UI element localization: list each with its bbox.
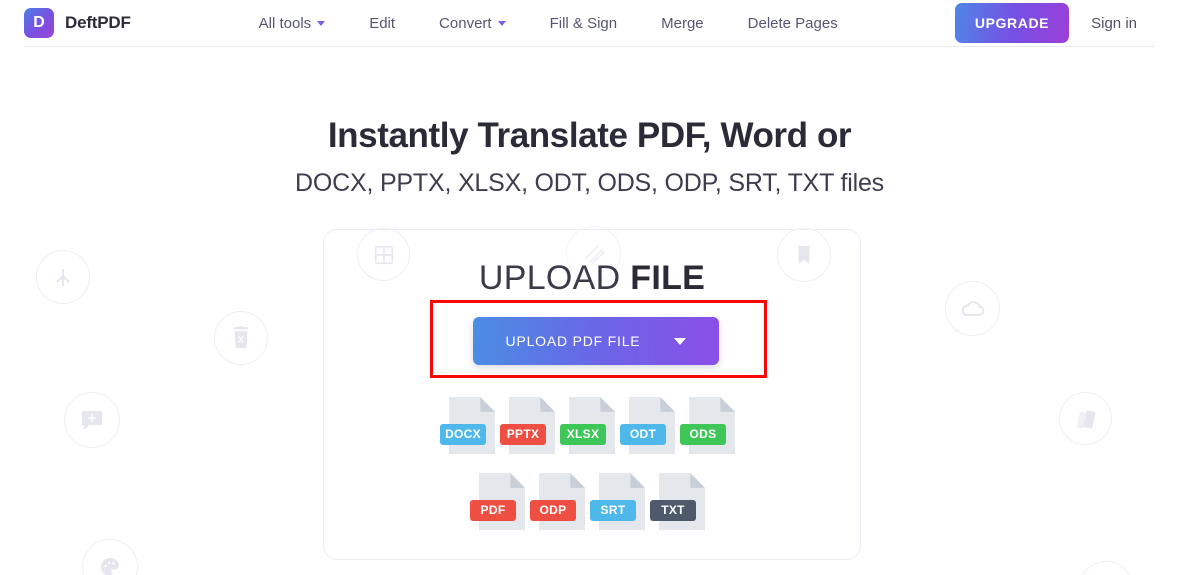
nav-label: Merge — [661, 14, 704, 32]
merge-icon — [36, 250, 90, 304]
cloud-icon — [945, 281, 1000, 336]
caret-down-icon[interactable] — [674, 337, 687, 345]
page-subtitle: DOCX, PPTX, XLSX, ODT, ODS, ODP, SRT, TX… — [295, 169, 884, 198]
file-type-pptx: PPTX — [500, 397, 555, 454]
file-type-label: ODT — [620, 424, 666, 445]
add-comment-icon — [64, 392, 120, 448]
nav-label: All tools — [258, 14, 312, 32]
header-actions: UPGRADE Sign in — [954, 3, 1155, 43]
file-fold-icon — [570, 473, 585, 488]
supported-file-types: DOCX PPTX XLSX ODT ODS PDF ODP SRT TXT — [324, 397, 860, 530]
sign-in-link[interactable]: Sign in — [1069, 15, 1155, 32]
upload-title-light: UPLOAD — [478, 259, 631, 297]
nav-item-all-tools[interactable]: All tools — [237, 15, 348, 32]
chevron-down-icon — [497, 20, 506, 26]
nav-item-fill-and-sign[interactable]: Fill & Sign — [528, 15, 640, 32]
logo-icon: D — [24, 8, 54, 38]
file-type-label: DOCX — [440, 424, 486, 445]
nav-item-delete-pages[interactable]: Delete Pages — [726, 15, 860, 32]
main-nav: All tools Edit Convert Fill & Sign Merge… — [237, 15, 860, 32]
brand-logo[interactable]: D DeftPDF — [24, 8, 131, 38]
hero-section: Instantly Translate PDF, Word or DOCX, P… — [0, 46, 1179, 198]
upgrade-button[interactable]: UPGRADE — [954, 3, 1070, 43]
file-type-ods: ODS — [680, 397, 735, 454]
file-fold-icon — [690, 473, 705, 488]
file-type-txt: TXT — [650, 473, 705, 530]
nav-label: Edit — [369, 14, 396, 32]
file-fold-icon — [630, 473, 645, 488]
circle-decor-icon — [1079, 561, 1133, 575]
file-type-label: ODS — [680, 424, 726, 445]
file-fold-icon — [480, 397, 495, 412]
delete-page-icon — [214, 311, 268, 365]
file-type-label: PPTX — [500, 424, 546, 445]
upload-title-bold: FILE — [630, 259, 706, 297]
file-type-xlsx: XLSX — [560, 397, 615, 454]
file-type-docx: DOCX — [440, 397, 495, 454]
color-swatch-icon — [1059, 392, 1112, 445]
palette-icon — [82, 539, 138, 575]
page-title: Instantly Translate PDF, Word or — [327, 116, 852, 155]
file-type-pdf: PDF — [470, 473, 525, 530]
file-fold-icon — [510, 473, 525, 488]
nav-item-merge[interactable]: Merge — [639, 15, 726, 32]
file-fold-icon — [600, 397, 615, 412]
file-fold-icon — [540, 397, 555, 412]
file-type-label: XLSX — [560, 424, 606, 445]
upload-card-title: UPLOAD FILE — [324, 259, 860, 298]
upload-pdf-file-button[interactable]: UPLOAD PDF FILE — [473, 317, 719, 365]
file-type-row-2: PDF ODP SRT TXT — [324, 473, 860, 530]
file-fold-icon — [660, 397, 675, 412]
nav-label: Delete Pages — [747, 14, 838, 32]
file-type-odp: ODP — [530, 473, 585, 530]
file-fold-icon — [720, 397, 735, 412]
file-type-label: ODP — [530, 500, 576, 521]
nav-item-edit[interactable]: Edit — [347, 15, 417, 32]
file-type-label: TXT — [650, 500, 696, 521]
nav-label: Convert — [439, 14, 492, 32]
upload-button-label: UPLOAD PDF FILE — [505, 333, 641, 349]
file-type-row-1: DOCX PPTX XLSX ODT ODS — [324, 397, 860, 454]
file-type-odt: ODT — [620, 397, 675, 454]
site-header: D DeftPDF All tools Edit Convert Fill & … — [0, 0, 1179, 47]
nav-label: Fill & Sign — [549, 14, 618, 32]
nav-item-convert[interactable]: Convert — [417, 15, 528, 32]
file-type-label: SRT — [590, 500, 636, 521]
chevron-down-icon — [317, 20, 326, 26]
brand-name: DeftPDF — [65, 13, 131, 32]
highlight-box: UPLOAD PDF FILE — [430, 300, 767, 378]
page-root: D DeftPDF All tools Edit Convert Fill & … — [0, 0, 1179, 575]
file-type-label: PDF — [470, 500, 516, 521]
file-type-srt: SRT — [590, 473, 645, 530]
upload-card: UPLOAD FILE UPLOAD PDF FILE DOCX PPTX XL… — [323, 229, 861, 560]
